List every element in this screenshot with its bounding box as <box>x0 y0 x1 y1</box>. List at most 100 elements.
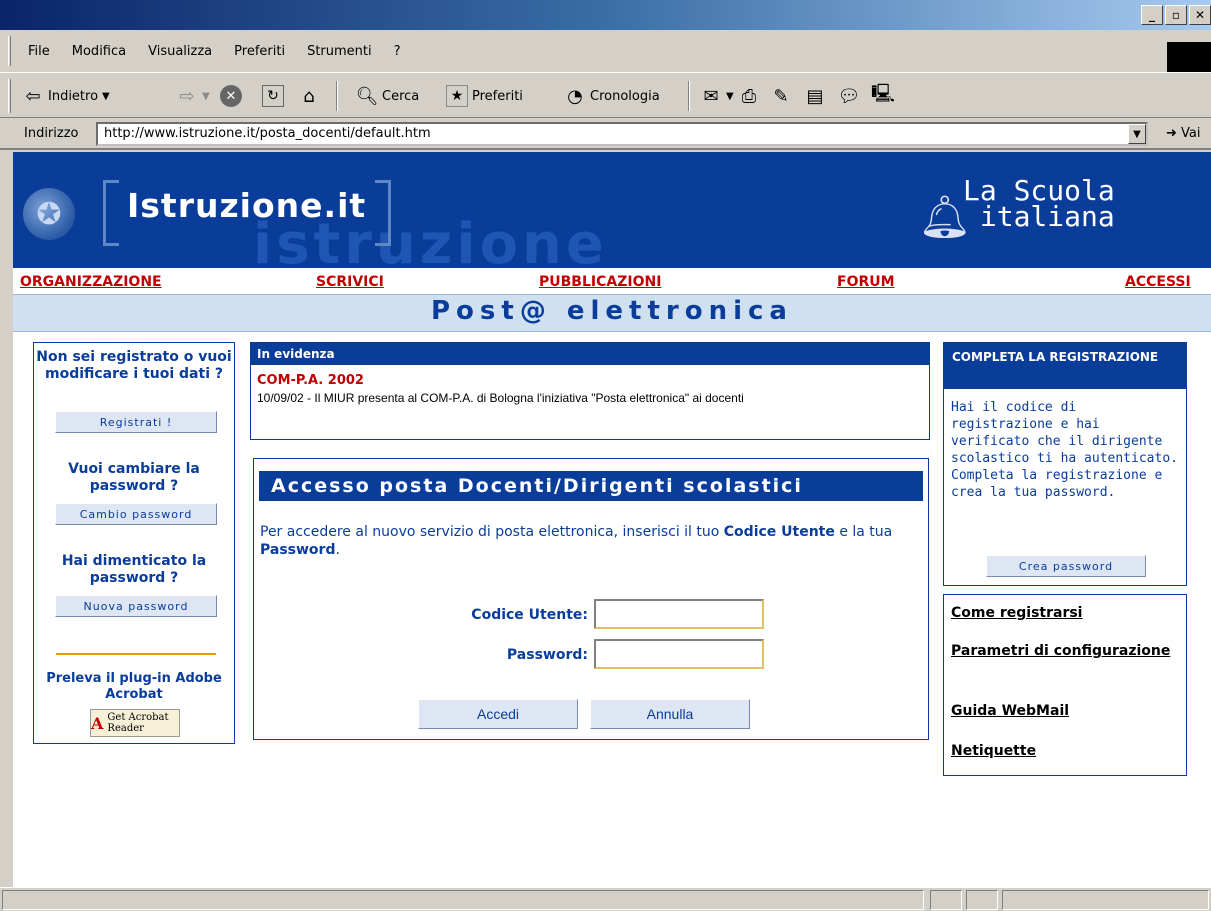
nav-scrivici[interactable]: SCRIVICI <box>316 274 384 290</box>
complete-registration-box: COMPLETA LA REGISTRAZIONE Hai il codice … <box>943 342 1187 586</box>
help-links-box: Come registrarsi Parametri di configuraz… <box>943 594 1187 776</box>
back-dropdown-icon[interactable]: ▼ <box>102 91 110 102</box>
print-button[interactable]: ⎙ <box>738 83 760 109</box>
window-titlebar: _ ▫ ✕ <box>0 0 1211 30</box>
change-password-question: Vuoi cambiare la password ? <box>68 461 200 494</box>
toolbar-grip <box>8 79 11 113</box>
cancel-button[interactable]: Annulla <box>590 699 750 729</box>
forward-button[interactable]: ⇨ ▼ <box>176 83 210 109</box>
section-header: Post@ elettronica <box>13 294 1211 332</box>
status-zone-cell <box>1002 890 1209 910</box>
acrobat-reader-badge[interactable]: A Get Acrobat Reader <box>90 709 180 737</box>
history-button[interactable]: ◔ Cronologia <box>564 83 660 109</box>
scuola-italiana-logo[interactable]: La Scuola italiana <box>963 177 1115 233</box>
status-text-cell <box>2 890 924 910</box>
back-button[interactable]: ⇦ Indietro ▼ <box>22 83 110 109</box>
refresh-button[interactable]: ↻ <box>262 83 284 109</box>
forward-arrow-icon: ⇨ <box>179 85 195 107</box>
link-netiquette[interactable]: Netiquette <box>951 743 1171 760</box>
complete-registration-header: COMPLETA LA REGISTRAZIONE <box>944 343 1186 389</box>
login-intro: Per accedere al nuovo servizio di posta … <box>260 523 920 559</box>
adobe-logo-icon: A <box>91 713 104 733</box>
close-button[interactable]: ✕ <box>1189 5 1211 25</box>
search-icon: 🔍︎ <box>355 85 379 107</box>
menu-visualizza[interactable]: Visualizza <box>148 44 212 59</box>
history-icon: ◔ <box>567 85 583 107</box>
site-logo-text[interactable]: Istruzione.it <box>127 186 366 225</box>
link-parametri-configurazione[interactable]: Parametri di configurazione <box>951 643 1171 660</box>
nav-pubblicazioni[interactable]: PUBBLICAZIONI <box>539 274 661 290</box>
link-come-registrarsi[interactable]: Come registrarsi <box>951 605 1171 622</box>
menu-strumenti[interactable]: Strumenti <box>307 44 372 59</box>
forward-dropdown-icon[interactable]: ▼ <box>202 91 210 102</box>
username-label: Codice Utente: <box>471 607 588 623</box>
menu-preferiti[interactable]: Preferiti <box>234 44 285 59</box>
bracket-left <box>103 180 119 246</box>
login-title: Accesso posta Docenti/Dirigenti scolasti… <box>259 471 923 501</box>
register-button[interactable]: Registrati ! <box>55 411 217 433</box>
favorites-button[interactable]: ★ Preferiti <box>446 83 523 109</box>
intro-code-term: Codice Utente <box>723 524 835 540</box>
messenger-button[interactable]: 💬︎ <box>838 83 861 109</box>
news-box: In evidenza COM-P.A. 2002 10/09/02 - Il … <box>250 342 930 440</box>
nav-organizzazione[interactable]: ORGANIZZAZIONE <box>20 274 162 290</box>
go-label: Vai <box>1181 126 1201 141</box>
username-input[interactable] <box>594 599 764 629</box>
go-button[interactable]: ➜ Vai <box>1166 126 1201 141</box>
change-password-button[interactable]: Cambio password <box>55 503 217 525</box>
mail-icon: ✉ <box>703 85 719 107</box>
back-label: Indietro <box>48 88 99 104</box>
discuss-button[interactable]: ▤ <box>804 83 826 109</box>
go-arrow-icon: ➜ <box>1166 126 1177 141</box>
section-title: Post@ elettronica <box>431 296 793 326</box>
password-label: Password: <box>506 647 588 663</box>
account-sidebar: Non sei registrato o vuoi modificare i t… <box>33 342 235 744</box>
nav-accessi[interactable]: ACCESSI <box>1125 274 1191 290</box>
mail-dropdown-icon[interactable]: ▼ <box>726 91 734 102</box>
address-input[interactable]: http://www.istruzione.it/posta_docenti/d… <box>96 122 1148 146</box>
status-cell <box>930 890 962 910</box>
home-button[interactable]: ⌂ <box>298 83 320 109</box>
menu-file[interactable]: File <box>28 44 50 59</box>
complete-registration-text: Hai il codice di registrazione e hai ver… <box>951 400 1178 500</box>
address-dropdown-icon[interactable]: ▼ <box>1128 124 1146 144</box>
register-question: Non sei registrato o vuoi modificare i t… <box>36 349 232 382</box>
republic-emblem-icon: ✪ <box>23 188 75 240</box>
browser-toolbar: ⇦ Indietro ▼ ⇨ ▼ ✕ ↻ ⌂ 🔍︎ Cerca ★ Prefer… <box>0 72 1211 118</box>
site-banner: ✪ istruzione Istruzione.it 🔔︎ La Scuola … <box>13 152 1211 268</box>
maximize-button[interactable]: ▫ <box>1165 5 1187 25</box>
menubar-grip <box>8 36 11 66</box>
computer-icon: 🖳 <box>871 83 896 104</box>
link-guida-webmail[interactable]: Guida WebMail <box>951 703 1171 720</box>
intro-password-term: Password <box>260 542 336 558</box>
news-header: In evidenza <box>251 343 929 365</box>
history-label: Cronologia <box>590 88 660 104</box>
status-bar <box>0 887 1211 911</box>
news-headline[interactable]: COM-P.A. 2002 <box>257 373 364 388</box>
minimize-button[interactable]: _ <box>1141 5 1163 25</box>
acrobat-badge-text: Get Acrobat Reader <box>107 712 169 734</box>
new-password-button[interactable]: Nuova password <box>55 595 217 617</box>
main-nav: ORGANIZZAZIONE SCRIVICI PUBBLICAZIONI FO… <box>13 268 1211 294</box>
sidebar-divider <box>56 653 216 655</box>
toolbar-separator <box>688 81 690 111</box>
login-button[interactable]: Accedi <box>418 699 578 729</box>
refresh-icon: ↻ <box>262 85 284 107</box>
stop-button[interactable]: ✕ <box>220 83 242 109</box>
mail-button[interactable]: ✉ ▼ <box>700 83 734 109</box>
search-button[interactable]: 🔍︎ Cerca <box>355 83 420 109</box>
stop-icon: ✕ <box>220 85 242 107</box>
password-input[interactable] <box>594 639 764 669</box>
create-password-button[interactable]: Crea password <box>986 555 1146 577</box>
address-label: Indirizzo <box>24 126 79 141</box>
login-panel: Accesso posta Docenti/Dirigenti scolasti… <box>253 458 929 740</box>
favorites-label: Preferiti <box>472 88 523 104</box>
edit-button[interactable]: ✎ <box>770 83 792 109</box>
acrobat-text: Preleva il plug-in Adobe Acrobat <box>46 671 222 702</box>
menu-help[interactable]: ? <box>394 44 401 59</box>
toolbar-separator <box>336 81 338 111</box>
network-button[interactable]: 🖳 <box>871 83 896 109</box>
menu-modifica[interactable]: Modifica <box>72 44 126 59</box>
nav-forum[interactable]: FORUM <box>837 274 895 290</box>
scuola-line2: italiana <box>979 200 1115 233</box>
